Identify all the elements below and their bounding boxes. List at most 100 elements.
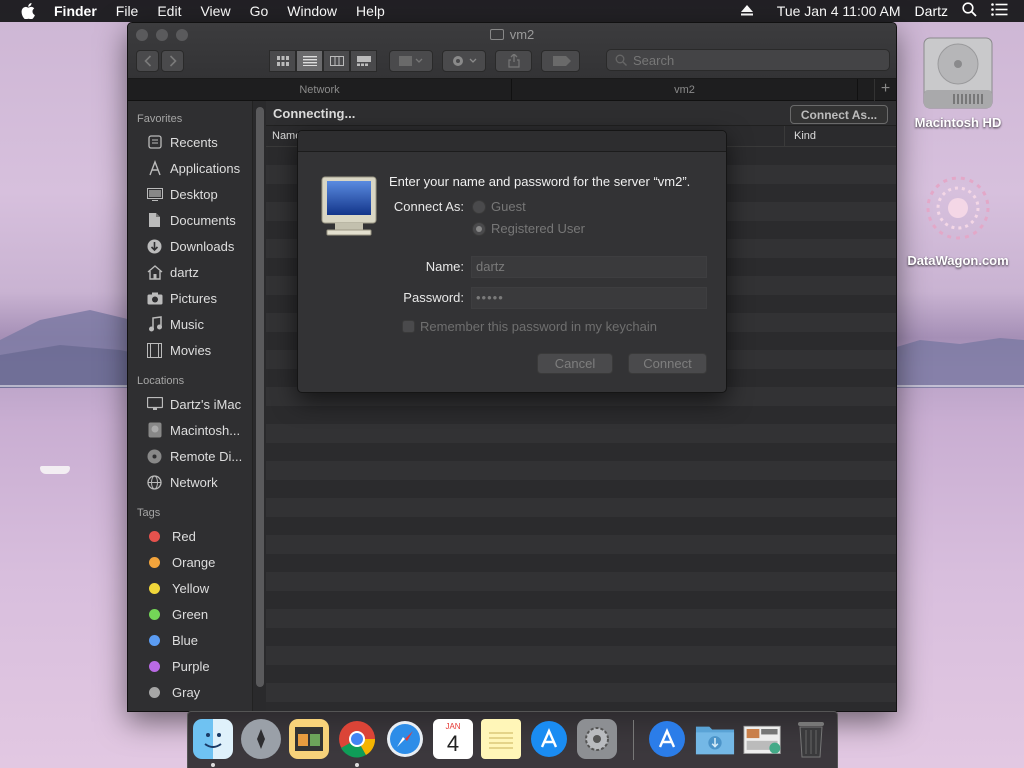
cancel-button[interactable]: Cancel <box>537 353 613 374</box>
chevron-left-icon <box>143 55 151 67</box>
sidebar-item-desktop[interactable]: Desktop <box>128 181 252 207</box>
safari-icon[interactable] <box>385 719 425 759</box>
notification-center-icon[interactable] <box>991 3 1008 19</box>
sidebar-item-label: Remote Di... <box>170 448 243 464</box>
column-kind[interactable]: Kind <box>784 126 816 147</box>
connect-as-button[interactable]: Connect As... <box>790 105 888 124</box>
connect-as-label: Connect As: <box>393 199 464 214</box>
boat-decoration <box>40 466 70 474</box>
system-preferences-icon[interactable] <box>577 719 617 759</box>
menu-clock[interactable]: Tue Jan 4 11:00 AM <box>777 3 901 19</box>
list-view-button[interactable] <box>296 50 323 72</box>
calendar-icon[interactable]: JAN 4 <box>433 719 473 759</box>
tab-network[interactable]: Network <box>128 79 512 101</box>
applications-icon <box>146 160 163 176</box>
menu-view[interactable]: View <box>200 0 230 22</box>
app-store-icon[interactable] <box>529 719 569 759</box>
menu-edit[interactable]: Edit <box>157 0 181 22</box>
checkbox-box <box>402 320 415 333</box>
sidebar-item-label: Downloads <box>170 238 235 254</box>
menu-user[interactable]: Dartz <box>915 3 948 19</box>
sidebar-tag-yellow[interactable]: Yellow <box>128 575 252 601</box>
sidebar-tag-purple[interactable]: Purple <box>128 653 252 679</box>
menu-window[interactable]: Window <box>287 0 337 22</box>
eject-icon[interactable] <box>740 3 753 19</box>
menu-finder[interactable]: Finder <box>54 0 97 22</box>
notes-icon[interactable] <box>481 719 521 759</box>
forward-button[interactable] <box>161 50 184 72</box>
sidebar-item-recents[interactable]: Recents <box>128 129 252 155</box>
sidebar-scrollbar[interactable] <box>252 101 266 711</box>
share-button[interactable] <box>495 50 532 72</box>
sidebar-tag-red[interactable]: Red <box>128 523 252 549</box>
app-store-downloads-icon[interactable] <box>647 719 687 759</box>
sidebar-item-applications[interactable]: Applications <box>128 155 252 181</box>
guest-radio[interactable]: Guest <box>472 199 526 214</box>
sidebar-heading-favorites: Favorites <box>137 113 183 125</box>
registered-user-radio[interactable]: Registered User <box>472 221 585 236</box>
sidebar-item-label: Pictures <box>170 290 217 306</box>
sidebar-item-label: Dartz's iMac <box>170 396 242 412</box>
finder-icon[interactable] <box>193 719 233 767</box>
sidebar-tag-gray[interactable]: Gray <box>128 679 252 705</box>
sidebar-item-imac[interactable]: Dartz's iMac <box>128 391 252 417</box>
desktop-macintosh-hd[interactable]: Macintosh HD <box>910 30 1006 130</box>
connection-status: Connecting... <box>273 105 356 121</box>
photo-slideshow-icon[interactable] <box>289 719 329 759</box>
sidebar-item-pictures[interactable]: Pictures <box>128 285 252 311</box>
sidebar-tag-blue[interactable]: Blue <box>128 627 252 653</box>
name-field[interactable]: dartz <box>471 256 707 278</box>
menu-file[interactable]: File <box>116 0 139 22</box>
search-field[interactable]: Search <box>606 49 890 71</box>
column-view-button[interactable] <box>323 50 350 72</box>
sidebar-item-label: Documents <box>170 212 236 228</box>
tags-button[interactable] <box>541 50 580 72</box>
preview-stack-icon[interactable] <box>743 719 783 759</box>
apple-menu-icon[interactable] <box>18 0 38 22</box>
sidebar-item-movies[interactable]: Movies <box>128 337 252 363</box>
sidebar-item-downloads[interactable]: Downloads <box>128 233 252 259</box>
search-icon <box>615 54 627 66</box>
trash-icon[interactable] <box>791 719 831 759</box>
sidebar-item-home[interactable]: dartz <box>128 259 252 285</box>
desktop-icon <box>146 186 163 202</box>
remember-password-checkbox[interactable]: Remember this password in my keychain <box>402 319 657 334</box>
action-menu-button[interactable] <box>442 50 486 72</box>
sidebar-tag-green[interactable]: Green <box>128 601 252 627</box>
datawagon-logo-icon <box>926 176 990 240</box>
sidebar-item-documents[interactable]: Documents <box>128 207 252 233</box>
connect-dialog: Enter your name and password for the ser… <box>297 130 727 393</box>
new-tab-button[interactable]: + <box>874 79 896 101</box>
menu-help[interactable]: Help <box>356 0 385 22</box>
sidebar-tag-orange[interactable]: Orange <box>128 549 252 575</box>
music-icon <box>146 316 163 332</box>
tab-vm2[interactable]: vm2 <box>512 79 858 101</box>
scrollbar-thumb[interactable] <box>256 107 264 687</box>
sidebar-item-music[interactable]: Music <box>128 311 252 337</box>
server-monitor-icon <box>321 176 377 241</box>
launchpad-icon[interactable] <box>241 719 281 759</box>
sidebar-item-remote-disc[interactable]: Remote Di... <box>128 443 252 469</box>
tab-bar: Network vm2 + <box>128 79 896 101</box>
chrome-icon[interactable] <box>337 719 377 767</box>
group-by-button[interactable] <box>389 50 433 72</box>
desktop-icon-label: DataWagon.com <box>907 253 1009 268</box>
home-icon <box>146 264 163 280</box>
gallery-view-button[interactable] <box>350 50 377 72</box>
sidebar-item-label: Blue <box>172 632 199 648</box>
recents-icon <box>146 134 163 150</box>
sidebar-item-network[interactable]: Network <box>128 469 252 495</box>
icon-view-button[interactable] <box>269 50 296 72</box>
back-button[interactable] <box>136 50 159 72</box>
sidebar-item-macintosh[interactable]: Macintosh... <box>128 417 252 443</box>
spotlight-search-icon[interactable] <box>962 2 977 20</box>
dialog-top-bar <box>298 131 726 152</box>
downloads-folder-icon[interactable] <box>695 719 735 759</box>
dock-separator <box>633 720 634 760</box>
calendar-day: 4 <box>446 731 460 756</box>
desktop-datawagon[interactable]: DataWagon.com <box>900 166 1016 268</box>
menu-go[interactable]: Go <box>250 0 269 22</box>
password-field[interactable]: ••••• <box>471 287 707 309</box>
connect-button[interactable]: Connect <box>628 353 707 374</box>
sidebar-item-label: Red <box>172 528 196 544</box>
